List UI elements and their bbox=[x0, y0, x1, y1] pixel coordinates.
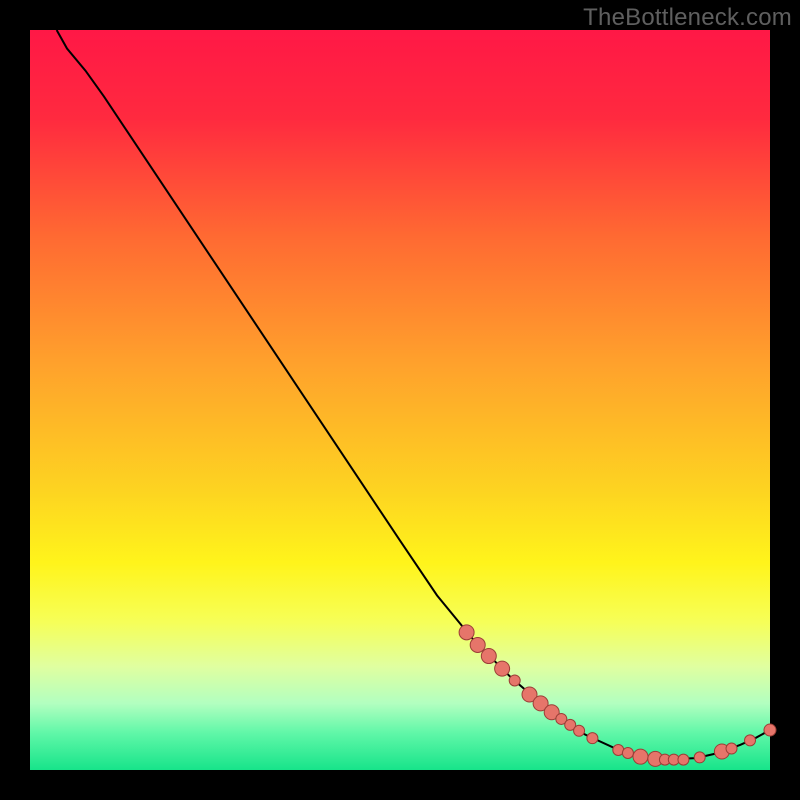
curve-marker bbox=[633, 749, 648, 764]
bottleneck-chart bbox=[0, 0, 800, 800]
curve-marker bbox=[678, 754, 689, 765]
curve-marker bbox=[509, 675, 520, 686]
curve-marker bbox=[622, 747, 633, 758]
curve-marker bbox=[726, 743, 737, 754]
curve-marker bbox=[459, 625, 474, 640]
chart-frame: TheBottleneck.com bbox=[0, 0, 800, 800]
curve-marker bbox=[470, 637, 485, 652]
curve-marker bbox=[481, 649, 496, 664]
curve-marker bbox=[574, 725, 585, 736]
watermark-text: TheBottleneck.com bbox=[583, 4, 792, 32]
curve-marker bbox=[587, 733, 598, 744]
curve-marker bbox=[764, 724, 776, 736]
curve-marker bbox=[495, 661, 510, 676]
curve-marker bbox=[745, 735, 756, 746]
plot-background bbox=[30, 30, 770, 770]
curve-marker bbox=[694, 752, 705, 763]
